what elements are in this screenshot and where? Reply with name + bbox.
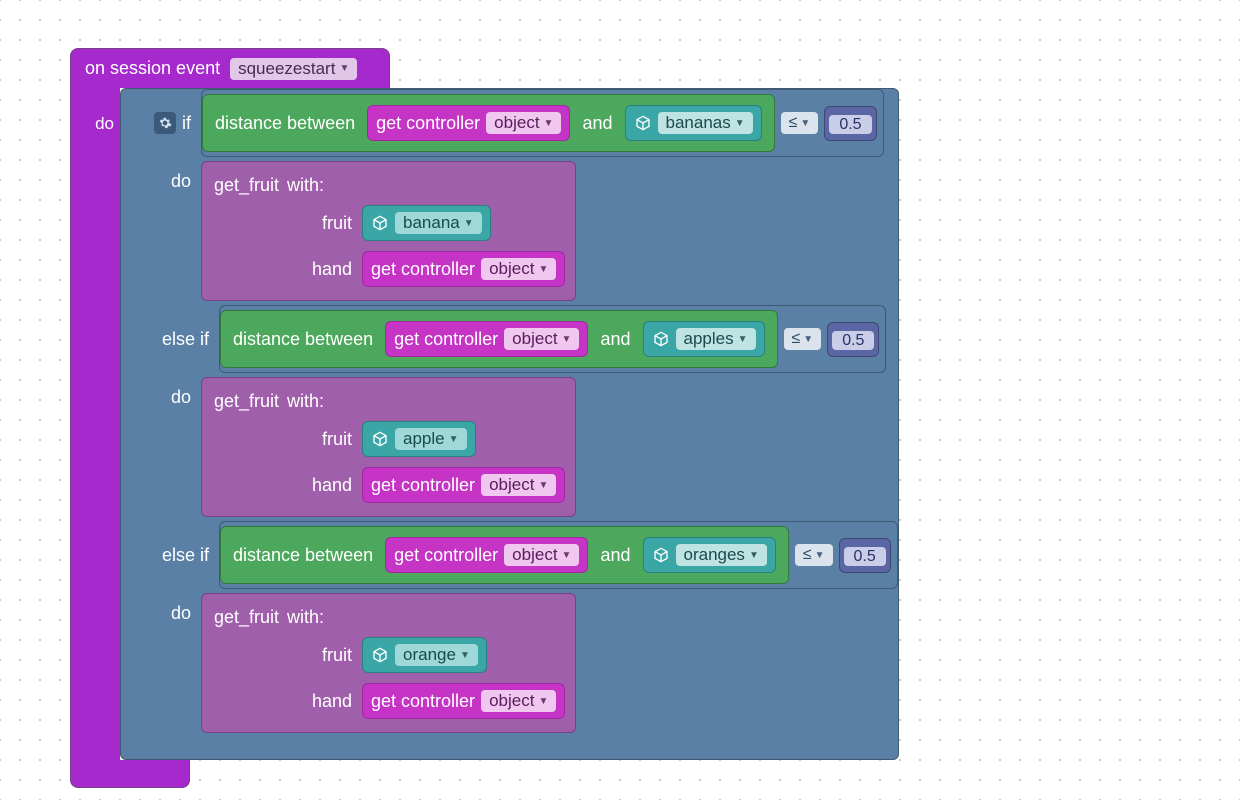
distance-label: distance between [215,113,355,134]
call-arg-fruit-label: fruit [202,213,362,234]
controller-block[interactable]: get controller object ▼ [385,321,588,357]
event-title: on session event [85,58,220,79]
dropdown-arrow-icon: ▼ [562,334,572,345]
call-with-label: with: [287,175,324,196]
cube-icon [371,214,389,232]
gear-icon[interactable] [154,112,176,134]
fruit-arg-block[interactable]: apple ▼ [362,421,476,457]
number-block[interactable]: 0.5 [824,106,876,141]
call-name: get_fruit [214,175,279,196]
controller-block[interactable]: get controller object ▼ [385,537,588,573]
object-ref-block[interactable]: bananas ▼ [625,105,762,141]
hand-arg-block[interactable]: get controller object ▼ [362,467,565,503]
distance-block[interactable]: distance between get controller object ▼… [202,94,775,152]
call-arg-hand-label: hand [202,259,362,280]
dropdown-arrow-icon: ▼ [464,218,474,229]
dropdown-arrow-icon: ▼ [749,550,759,561]
do-label-cell: do [121,373,201,521]
dropdown-arrow-icon: ▼ [815,550,825,561]
dropdown-arrow-icon: ▼ [562,550,572,561]
controller-label: get controller [376,113,480,134]
call-block[interactable]: get_fruit with: fruit [201,377,576,517]
dropdown-arrow-icon: ▼ [538,696,548,707]
object-dropdown[interactable]: bananas ▼ [658,112,753,134]
operator-dropdown[interactable]: ≤ ▼ [781,112,819,134]
elseif-label-cell: else if [121,521,219,589]
event-block[interactable]: on session event squeezestart ▼ do if [70,48,899,788]
compare-block[interactable]: distance between get controller object ▼… [219,521,898,589]
distance-block[interactable]: distance between get controller object ▼… [220,526,789,584]
object-dropdown[interactable]: apples ▼ [676,328,756,350]
dropdown-arrow-icon: ▼ [538,480,548,491]
dropdown-arrow-icon: ▼ [800,118,810,129]
compare-block[interactable]: distance between get controller object ▼… [201,89,884,157]
number-block[interactable]: 0.5 [839,538,891,573]
object-dropdown[interactable]: oranges ▼ [676,544,767,566]
distance-block[interactable]: distance between get controller object ▼… [220,310,778,368]
dropdown-arrow-icon: ▼ [460,650,470,661]
fruit-arg-block[interactable]: banana ▼ [362,205,491,241]
do-label-cell: do [121,157,201,305]
do-label-cell: do [121,589,201,737]
cube-icon [371,430,389,448]
event-footer [70,760,190,788]
event-do-label: do [95,114,114,134]
controller-param-dropdown[interactable]: object ▼ [481,474,556,496]
dropdown-arrow-icon: ▼ [544,118,554,129]
operator-dropdown[interactable]: ≤ ▼ [784,328,822,350]
block-workspace[interactable]: on session event squeezestart ▼ do if [70,48,899,788]
event-header[interactable]: on session event squeezestart ▼ [70,48,390,88]
cube-icon [371,646,389,664]
fruit-dropdown[interactable]: orange ▼ [395,644,478,666]
call-block[interactable]: get_fruit with: fruit [201,161,576,301]
controller-param-dropdown[interactable]: object ▼ [486,112,561,134]
controller-param-dropdown[interactable]: object ▼ [504,328,579,350]
controller-param-dropdown[interactable]: object ▼ [481,690,556,712]
dropdown-arrow-icon: ▼ [339,63,349,74]
object-ref-block[interactable]: oranges ▼ [643,537,776,573]
event-dropdown[interactable]: squeezestart ▼ [230,58,357,80]
event-spine: do [70,88,120,760]
dropdown-arrow-icon: ▼ [449,434,459,445]
call-block[interactable]: get_fruit with: fruit [201,593,576,733]
controller-param-dropdown[interactable]: object ▼ [504,544,579,566]
fruit-arg-block[interactable]: orange ▼ [362,637,487,673]
if-block[interactable]: if distance between get controller objec… [120,88,899,760]
dropdown-arrow-icon: ▼ [803,334,813,345]
cube-icon [652,330,670,348]
cube-icon [652,546,670,564]
if-keyword: if [182,113,191,134]
operator-dropdown[interactable]: ≤ ▼ [795,544,833,566]
dropdown-arrow-icon: ▼ [735,118,745,129]
controller-block[interactable]: get controller object ▼ [367,105,570,141]
dropdown-arrow-icon: ▼ [538,264,548,275]
and-label: and [582,113,612,134]
cube-icon [634,114,652,132]
fruit-dropdown[interactable]: banana ▼ [395,212,482,234]
hand-arg-block[interactable]: get controller object ▼ [362,251,565,287]
fruit-dropdown[interactable]: apple ▼ [395,428,467,450]
number-block[interactable]: 0.5 [827,322,879,357]
elseif-label-cell: else if [121,305,219,373]
controller-param-dropdown[interactable]: object ▼ [481,258,556,280]
dropdown-arrow-icon: ▼ [738,334,748,345]
object-ref-block[interactable]: apples ▼ [643,321,765,357]
hand-arg-block[interactable]: get controller object ▼ [362,683,565,719]
if-label-cell: if [121,89,201,157]
compare-block[interactable]: distance between get controller object ▼… [219,305,886,373]
